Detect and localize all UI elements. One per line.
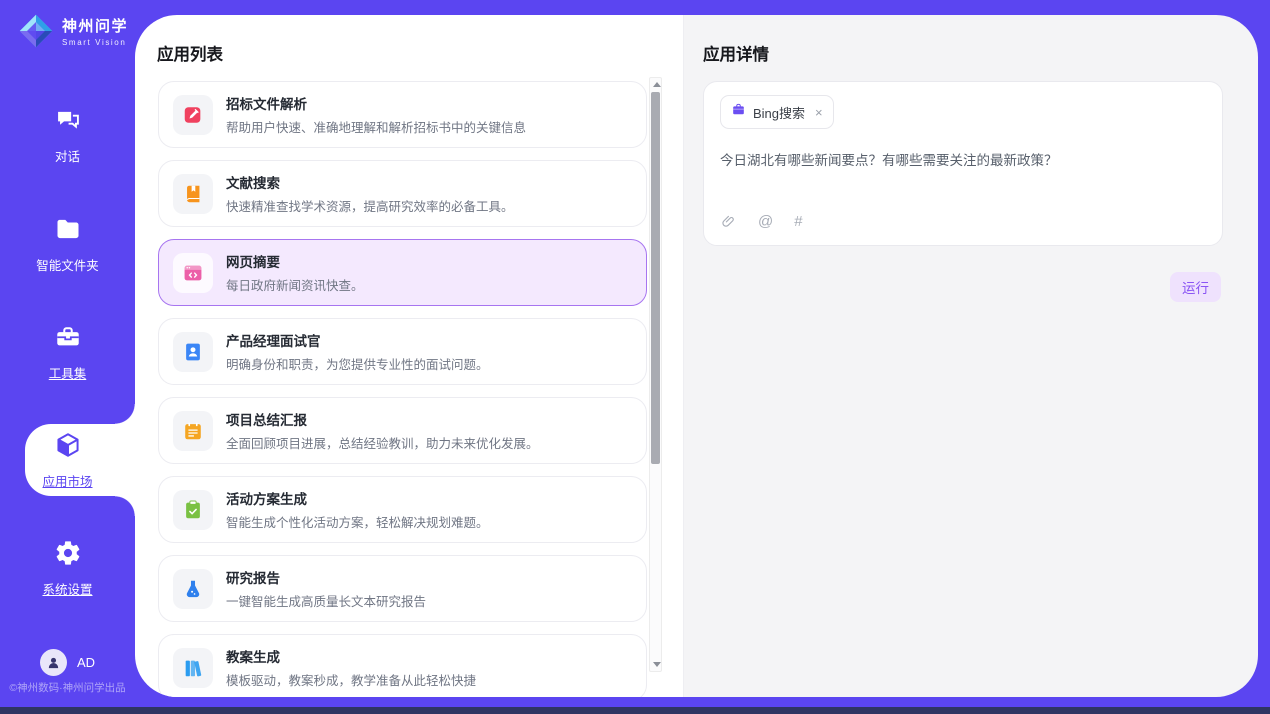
app-card[interactable]: 教案生成模板驱动，教案秒成，教学准备从此轻松快捷 <box>158 634 647 697</box>
app-card-subtitle: 每日政府新闻资讯快查。 <box>226 275 364 294</box>
prompt-card: Bing搜索 × 今日湖北有哪些新闻要点？有哪些需要关注的最新政策？ @# <box>703 81 1223 246</box>
app-card[interactable]: 产品经理面试官明确身份和职责，为您提供专业性的面试问题。 <box>158 318 647 385</box>
at-mention-icon[interactable]: @ <box>758 213 773 230</box>
bottom-bar <box>0 707 1270 714</box>
app-card-title: 项目总结汇报 <box>226 409 539 429</box>
app-card-title: 网页摘要 <box>226 251 364 271</box>
run-button[interactable]: 运行 <box>1170 272 1221 302</box>
scrollbar-thumb[interactable] <box>651 92 660 464</box>
app-card-subtitle: 帮助用户快速、准确地理解和解析招标书中的关键信息 <box>226 117 526 136</box>
app-card-title: 招标文件解析 <box>226 93 526 113</box>
gear-icon <box>54 539 82 572</box>
research-icon <box>173 569 213 609</box>
app-card[interactable]: 研究报告一键智能生成高质量长文本研究报告 <box>158 555 647 622</box>
app-list: 招标文件解析帮助用户快速、准确地理解和解析招标书中的关键信息文献搜索快速精准查找… <box>158 81 647 697</box>
sidebar-item-smart-folders[interactable]: 智能文件夹 <box>0 215 135 273</box>
brand-logo-icon <box>18 13 54 49</box>
app-card-subtitle: 一键智能生成高质量长文本研究报告 <box>226 591 426 610</box>
arrow-up-icon <box>653 82 661 87</box>
user-account[interactable]: AD <box>0 649 135 676</box>
app-card-subtitle: 明确身份和职责，为您提供专业性的面试问题。 <box>226 354 489 373</box>
briefcase-icon <box>731 102 746 122</box>
app-card-title: 文献搜索 <box>226 172 514 192</box>
remove-tool-icon[interactable]: × <box>815 105 823 120</box>
arrow-down-icon <box>653 662 661 667</box>
app-card-subtitle: 快速精准查找学术资源，提高研究效率的必备工具。 <box>226 196 514 215</box>
interviewer-icon <box>173 332 213 372</box>
tool-tag-label: Bing搜索 <box>753 103 805 122</box>
app-card-title: 产品经理面试官 <box>226 330 489 350</box>
app-card[interactable]: 文献搜索快速精准查找学术资源，提高研究效率的必备工具。 <box>158 160 647 227</box>
user-icon <box>45 654 62 671</box>
browser-code-icon <box>173 253 213 293</box>
toolbox-icon <box>54 323 82 356</box>
prompt-toolbar: @# <box>720 213 1206 230</box>
prompt-input[interactable]: 今日湖北有哪些新闻要点？有哪些需要关注的最新政策？ <box>720 149 1206 213</box>
brand: 神州问学 Smart Vision <box>18 13 128 49</box>
book-icon <box>173 174 213 214</box>
scroll-up-button[interactable] <box>650 78 663 91</box>
scroll-down-button[interactable] <box>650 658 663 671</box>
app-card[interactable]: 网页摘要每日政府新闻资讯快查。 <box>158 239 647 306</box>
tool-tag-bing-search[interactable]: Bing搜索 × <box>720 95 834 129</box>
app-list-panel: 应用列表 招标文件解析帮助用户快速、准确地理解和解析招标书中的关键信息文献搜索快… <box>135 15 683 697</box>
app-card[interactable]: 活动方案生成智能生成个性化活动方案，轻松解决规划难题。 <box>158 476 647 543</box>
notepad-icon <box>173 411 213 451</box>
brand-subtitle: Smart Vision <box>62 38 128 47</box>
app-card[interactable]: 招标文件解析帮助用户快速、准确地理解和解析招标书中的关键信息 <box>158 81 647 148</box>
copyright-text: ©神州数码·神州问学出品 <box>0 680 135 695</box>
sidebar-item-chat[interactable]: 对话 <box>0 106 135 164</box>
scrollbar[interactable] <box>649 77 662 672</box>
hash-tag-icon[interactable]: # <box>794 213 802 230</box>
user-name: AD <box>77 655 95 670</box>
app-card-subtitle: 智能生成个性化活动方案，轻松解决规划难题。 <box>226 512 489 531</box>
sidebar-item-settings[interactable]: 系统设置 <box>0 539 135 597</box>
sidebar-item-toolkit[interactable]: 工具集 <box>0 323 135 381</box>
sidebar-item-app-market[interactable]: 应用市场 <box>0 431 135 489</box>
app-list-title: 应用列表 <box>157 41 223 65</box>
app-card-subtitle: 模板驱动，教案秒成，教学准备从此轻松快捷 <box>226 670 476 689</box>
chat-icon <box>54 106 82 139</box>
folder-icon <box>54 215 82 248</box>
cube-icon <box>54 431 82 464</box>
books-icon <box>173 648 213 688</box>
app-detail-panel: 应用详情 Bing搜索 × 今日湖北有哪些新闻要点？有哪些需要关注的最新政策？ … <box>683 15 1258 697</box>
sidebar: 神州问学 Smart Vision 对话智能文件夹工具集应用市场系统设置 AD … <box>0 0 135 707</box>
app-detail-title: 应用详情 <box>703 41 769 65</box>
paperclip-icon[interactable] <box>720 213 737 230</box>
content-panel: 应用列表 招标文件解析帮助用户快速、准确地理解和解析招标书中的关键信息文献搜索快… <box>135 15 1258 697</box>
app-card-title: 教案生成 <box>226 646 476 666</box>
app-window: 神州问学 Smart Vision 对话智能文件夹工具集应用市场系统设置 AD … <box>0 0 1270 714</box>
edit-document-icon <box>173 95 213 135</box>
app-card-title: 研究报告 <box>226 567 426 587</box>
app-card[interactable]: 项目总结汇报全面回顾项目进展，总结经验教训，助力未来优化发展。 <box>158 397 647 464</box>
app-card-subtitle: 全面回顾项目进展，总结经验教训，助力未来优化发展。 <box>226 433 539 452</box>
clipboard-check-icon <box>173 490 213 530</box>
brand-name: 神州问学 <box>62 15 128 36</box>
avatar <box>40 649 67 676</box>
app-card-title: 活动方案生成 <box>226 488 489 508</box>
